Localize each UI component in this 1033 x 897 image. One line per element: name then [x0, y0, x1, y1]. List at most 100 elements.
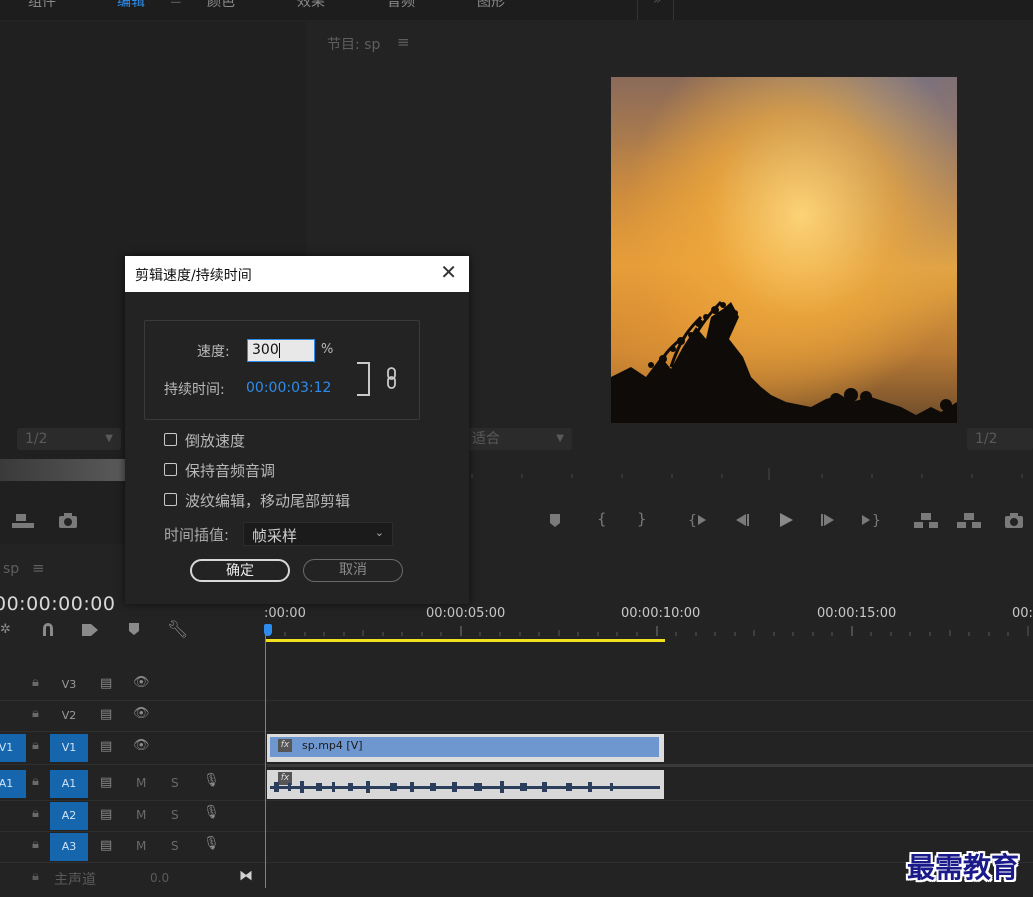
go-to-out-icon[interactable]: } — [861, 512, 881, 532]
chain-link-icon[interactable] — [385, 367, 399, 389]
microphone-icon[interactable]: 🎙︎ — [203, 836, 220, 851]
go-to-in-icon[interactable]: { — [688, 512, 708, 532]
source-scrub-bar[interactable] — [0, 459, 125, 481]
go-to-playhead-icon[interactable]: ⧓ — [239, 868, 253, 884]
panel-menu-icon[interactable]: ≡ — [32, 559, 45, 577]
tab-effects[interactable]: 效果 — [297, 0, 325, 11]
step-forward-icon[interactable] — [820, 512, 838, 532]
mute-button[interactable]: M — [136, 839, 146, 853]
program-panel-title[interactable]: 节目: sp — [327, 34, 380, 54]
track-target-a3[interactable]: A3 — [50, 833, 88, 861]
sync-lock-icon[interactable]: ▤ — [100, 838, 112, 853]
lock-icon[interactable]: 🔒︎ — [32, 869, 39, 884]
microphone-icon[interactable]: 🎙︎ — [203, 805, 220, 820]
export-frame-camera-icon[interactable] — [1004, 512, 1024, 534]
lock-icon[interactable]: 🔒︎ — [32, 774, 39, 789]
timeline-timecode[interactable]: 00:00:00:00 — [0, 593, 115, 615]
solo-button[interactable]: S — [171, 839, 179, 853]
program-scrub-ruler[interactable] — [462, 466, 1033, 486]
source-resolution-dropdown[interactable]: 1/2 ▼ — [17, 428, 121, 450]
time-interpolation-label: 时间插值: — [164, 526, 230, 544]
source-patch-v1[interactable]: V1 — [0, 734, 26, 762]
add-marker-icon[interactable] — [128, 622, 140, 640]
tab-assembly[interactable]: 组件 — [28, 0, 56, 11]
mark-out-icon[interactable]: } — [637, 510, 647, 528]
extract-icon[interactable] — [956, 512, 982, 534]
panel-menu-icon[interactable]: ≡ — [397, 33, 410, 51]
workspace-overflow-icon[interactable]: » — [653, 0, 662, 8]
fx-badge[interactable]: fx — [278, 739, 292, 752]
speed-duration-group: 速度: 300 % 持续时间: 00:00:03:12 — [144, 320, 420, 420]
tab-color[interactable]: 颜色 — [207, 0, 235, 11]
track-target-v1[interactable]: V1 — [50, 734, 88, 762]
program-fit-dropdown[interactable]: 适合 ▼ — [464, 428, 572, 450]
video-clip[interactable]: fx sp.mp4 [V] — [267, 734, 664, 762]
add-marker-icon[interactable] — [548, 512, 562, 532]
microphone-icon[interactable]: 🎙︎ — [203, 773, 220, 788]
cancel-button[interactable]: 取消 — [303, 559, 403, 582]
time-interpolation-dropdown[interactable]: 帧采样 ⌄ — [243, 522, 393, 546]
eye-icon[interactable]: 👁︎ — [133, 706, 150, 721]
ripple-edit-checkbox[interactable] — [164, 493, 177, 506]
master-track-label: 主声道 — [54, 872, 96, 888]
snap-magnet-icon[interactable] — [40, 622, 56, 642]
track-row-a1: A1 🔒︎ A1 ▤ M S 🎙︎ fx — [0, 768, 1033, 801]
program-fit-value: 适合 — [472, 431, 500, 447]
speed-input[interactable]: 300 — [247, 339, 315, 362]
track-row-v2: 🔒︎ V2 ▤ 👁︎ — [0, 701, 1033, 732]
video-audio-divider[interactable] — [267, 764, 1033, 767]
lock-icon[interactable]: 🔒︎ — [32, 806, 39, 821]
lock-icon[interactable]: 🔒︎ — [32, 837, 39, 852]
ruler-ticks — [266, 626, 1029, 636]
lock-icon[interactable]: 🔒︎ — [32, 706, 39, 721]
master-volume-value[interactable]: 0.0 — [150, 871, 169, 885]
ruler-label: 00:00:10:00 — [621, 606, 701, 621]
work-area-bar[interactable] — [266, 639, 665, 642]
program-resolution-value: 1/2 — [975, 431, 998, 447]
source-patch-a1[interactable]: A1 — [0, 770, 26, 798]
tab-editing[interactable]: 编辑 — [117, 0, 145, 11]
insert-icon[interactable] — [10, 512, 36, 534]
sequence-tab-label[interactable]: sp — [3, 561, 19, 577]
sync-lock-icon[interactable]: ▤ — [100, 676, 112, 691]
track-target-a1[interactable]: A1 — [50, 770, 88, 798]
timeline-ruler[interactable]: :00:00 00:00:05:00 00:00:10:00 00:00:15:… — [264, 606, 1033, 636]
program-resolution-dropdown[interactable]: 1/2 — [967, 428, 1033, 450]
duration-value[interactable]: 00:00:03:12 — [246, 380, 331, 396]
export-frame-camera-icon[interactable] — [58, 512, 78, 534]
wrench-icon[interactable]: 🔧︎ — [167, 620, 189, 640]
tab-divider — [673, 0, 674, 20]
mark-in-icon[interactable]: { — [597, 510, 607, 528]
dialog-titlebar[interactable]: 剪辑速度/持续时间 ✕ — [125, 256, 469, 292]
step-back-icon[interactable] — [732, 512, 750, 532]
sync-lock-icon[interactable]: ▤ — [100, 775, 112, 790]
close-icon[interactable]: ✕ — [440, 260, 457, 284]
lock-icon[interactable]: 🔒︎ — [32, 738, 39, 753]
ok-button[interactable]: 确定 — [190, 559, 290, 582]
lock-icon[interactable]: 🔒︎ — [32, 675, 39, 690]
chevron-down-icon: ▼ — [556, 433, 564, 444]
mute-button[interactable]: M — [136, 776, 146, 790]
solo-button[interactable]: S — [171, 776, 179, 790]
solo-button[interactable]: S — [171, 808, 179, 822]
sync-lock-icon[interactable]: ▤ — [100, 707, 112, 722]
eye-icon[interactable]: 👁︎ — [133, 675, 150, 690]
reverse-speed-checkbox[interactable] — [164, 433, 177, 446]
linked-selection-icon[interactable] — [80, 622, 100, 642]
eye-icon[interactable]: 👁︎ — [133, 738, 150, 753]
mute-button[interactable]: M — [136, 808, 146, 822]
play-icon[interactable] — [777, 511, 795, 533]
sync-lock-icon[interactable]: ▤ — [100, 807, 112, 822]
audio-clip[interactable]: fx — [267, 770, 664, 799]
audio-waveform — [270, 781, 660, 793]
track-target-a2[interactable]: A2 — [50, 802, 88, 830]
tab-graphics[interactable]: 图形 — [477, 0, 505, 11]
tab-audio[interactable]: 音频 — [387, 0, 415, 11]
maintain-pitch-checkbox[interactable] — [164, 463, 177, 476]
lift-icon[interactable] — [913, 512, 939, 534]
nest-icon[interactable]: ✲ — [0, 622, 11, 637]
tab-menu-icon[interactable]: ☰ — [170, 0, 182, 7]
track-target-v3[interactable]: V3 — [50, 671, 88, 699]
sync-lock-icon[interactable]: ▤ — [100, 739, 112, 754]
track-target-v2[interactable]: V2 — [50, 702, 88, 730]
